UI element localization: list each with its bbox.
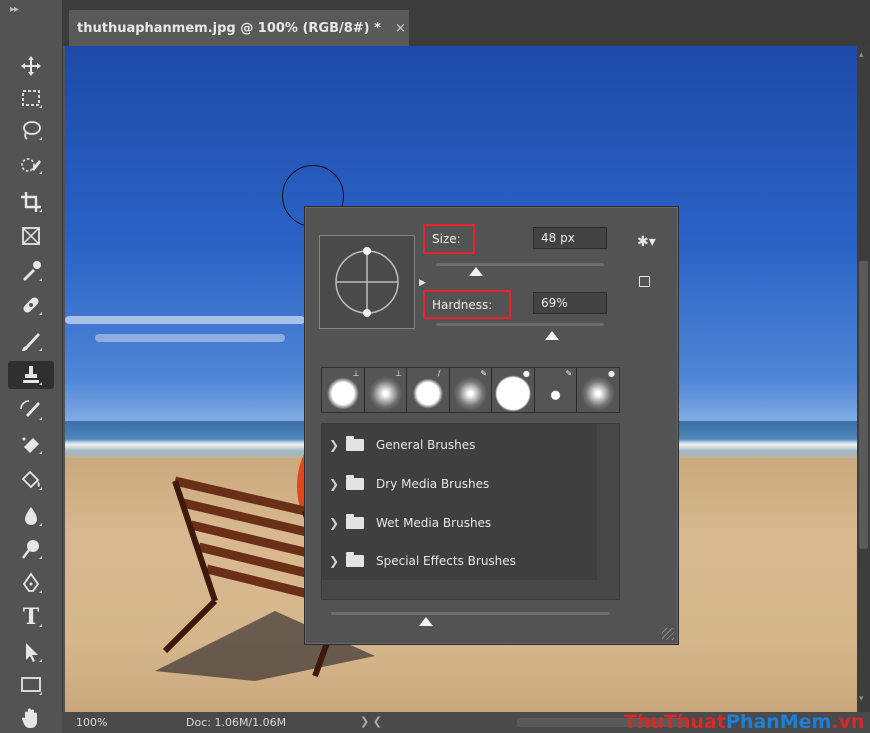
- hand-tool[interactable]: [8, 704, 54, 732]
- drop-icon: ●: [608, 369, 616, 378]
- brush-group-label: General Brushes: [376, 437, 476, 452]
- eyedropper-icon: ✎: [565, 369, 573, 378]
- paint-bucket-tool[interactable]: [8, 466, 54, 494]
- hardness-slider-track[interactable]: [436, 323, 604, 326]
- document-tab-bar: thuthuaphanmem.jpg @ 100% (RGB/8#) * ×: [62, 0, 870, 46]
- preset-brush-2[interactable]: ⊥: [364, 368, 408, 412]
- vertical-scrollbar[interactable]: ▴ ▾: [857, 46, 870, 712]
- folder-icon: [346, 513, 364, 529]
- folder-icon: [346, 474, 364, 490]
- size-slider-knob[interactable]: [469, 267, 484, 276]
- hand-icon: [22, 708, 37, 729]
- preset-size-slider-track[interactable]: [331, 612, 610, 615]
- folder-icon: [346, 551, 364, 567]
- preset-brush-1[interactable]: ⊥: [322, 368, 365, 412]
- path-selection-tool[interactable]: [8, 638, 54, 666]
- preset-brush-5[interactable]: ●: [492, 368, 535, 412]
- status-arrows[interactable]: ❯ ❮: [360, 715, 382, 728]
- zoom-level[interactable]: 100%: [76, 716, 107, 729]
- preset-brush-3[interactable]: /: [407, 368, 450, 412]
- angle-arrow-icon: ▶: [419, 278, 426, 288]
- drop-icon: ●: [522, 369, 530, 378]
- scroll-up-arrow[interactable]: ▴: [859, 50, 864, 60]
- size-slider-track[interactable]: [436, 263, 604, 266]
- gear-icon[interactable]: ✱▾: [637, 234, 656, 250]
- resize-grip[interactable]: [662, 628, 674, 640]
- healing-brush-tool[interactable]: [8, 291, 54, 319]
- document-tab[interactable]: thuthuaphanmem.jpg @ 100% (RGB/8#) * ×: [69, 10, 409, 46]
- cloud-streak: [65, 316, 305, 324]
- rectangle-tool[interactable]: [8, 671, 54, 699]
- close-icon[interactable]: ×: [395, 21, 406, 36]
- document-size: Doc: 1.06M/1.06M: [186, 716, 287, 729]
- eyedropper-icon: ✎: [480, 369, 488, 378]
- size-label: Size:: [423, 224, 475, 254]
- tools-panel: ▸▸ T: [0, 0, 63, 733]
- chevron-right-icon[interactable]: ❯: [322, 438, 346, 452]
- chevron-right-icon[interactable]: ❯: [322, 516, 346, 530]
- brush-group-item[interactable]: ❯ Wet Media Brushes: [322, 503, 597, 542]
- frame-icon: [22, 227, 40, 245]
- type-tool[interactable]: T: [8, 603, 54, 631]
- dodge-tool[interactable]: [8, 535, 54, 563]
- preset-brush-7[interactable]: ●: [577, 368, 620, 412]
- brush-group-item[interactable]: ❯ Dry Media Brushes: [322, 464, 597, 503]
- brush-group-label: Wet Media Brushes: [376, 515, 492, 530]
- stamp-icon: ⊥: [352, 369, 360, 378]
- watermark: ThuThuatPhanMem.vn: [624, 711, 864, 733]
- size-input[interactable]: 48 px: [533, 227, 607, 249]
- frame-tool[interactable]: [8, 222, 54, 250]
- blur-tool[interactable]: [8, 502, 54, 530]
- watermark-part-1: ThuThuat: [624, 711, 726, 733]
- scroll-down-arrow[interactable]: ▾: [859, 694, 864, 704]
- preset-brush-6[interactable]: ✎: [534, 368, 578, 412]
- chevron-right-icon[interactable]: ❯: [322, 477, 346, 491]
- document-tab-title: thuthuaphanmem.jpg @ 100% (RGB/8#) *: [77, 20, 381, 36]
- move-icon: [21, 56, 41, 76]
- cloud-streak: [95, 334, 285, 342]
- folder-icon: [346, 435, 364, 451]
- recent-brushes-strip: ⊥ ⊥ / ✎ ● ✎ ●: [321, 367, 620, 413]
- watermark-part-3: .vn: [831, 711, 865, 733]
- hardness-label: Hardness:: [423, 290, 511, 319]
- brush-groups-list: ❯ General Brushes ❯ Dry Media Brushes ❯ …: [321, 423, 620, 600]
- hardness-slider-knob[interactable]: [544, 331, 559, 340]
- quick-selection-tool[interactable]: [8, 150, 54, 178]
- new-preset-icon[interactable]: [639, 276, 650, 287]
- history-brush-tool[interactable]: [8, 396, 54, 424]
- eraser-tool[interactable]: [8, 430, 54, 458]
- photoshop-window: ▸▸ T thuthuaphanmem.jpg @ 100% (RGB/8#) …: [0, 0, 870, 733]
- pen-tool[interactable]: [8, 569, 54, 597]
- preset-brush-4[interactable]: ✎: [449, 368, 493, 412]
- move-tool[interactable]: [8, 52, 54, 80]
- watermark-part-2: PhanMem: [725, 711, 832, 733]
- stamp-icon: ⊥: [395, 369, 403, 378]
- brush-group-label: Special Effects Brushes: [376, 553, 516, 568]
- preset-size-slider-knob[interactable]: [418, 617, 433, 626]
- hardness-input[interactable]: 69%: [533, 292, 607, 314]
- brush-angle-diagram: [335, 247, 399, 317]
- type-icon: T: [22, 604, 40, 630]
- brush-angle-preview[interactable]: ▶: [319, 235, 426, 329]
- brush-group-item[interactable]: ❯ Special Effects Brushes: [322, 541, 597, 580]
- brush-preset-picker: ▶ Size: 48 px Hardness: 69% ✱▾ ⊥ ⊥ / ✎ ●…: [304, 206, 679, 645]
- brush-icon: /: [437, 369, 441, 378]
- eyedropper-tool[interactable]: [8, 257, 54, 285]
- brush-group-item[interactable]: ❯ General Brushes: [322, 425, 597, 464]
- marquee-tool[interactable]: [8, 84, 54, 112]
- scrollbar-thumb[interactable]: [859, 261, 868, 549]
- lasso-tool[interactable]: [8, 116, 54, 144]
- brush-group-label: Dry Media Brushes: [376, 476, 490, 491]
- panel-collapse-grip[interactable]: ▸▸: [10, 4, 19, 15]
- clone-stamp-tool[interactable]: [8, 361, 54, 389]
- chevron-right-icon[interactable]: ❯: [322, 554, 346, 568]
- crop-tool[interactable]: [8, 188, 54, 216]
- brush-tool[interactable]: [8, 327, 54, 355]
